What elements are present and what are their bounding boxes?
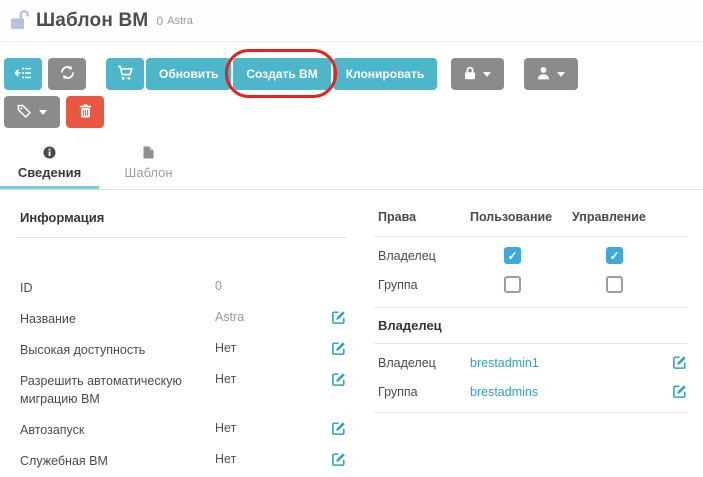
row-value: Нет [215, 372, 328, 386]
tab-info-label: Сведения [18, 165, 81, 180]
row-label: Владелец [378, 249, 470, 263]
row-value: Нет [215, 421, 328, 435]
info-row-name: Название Astra [16, 303, 346, 334]
detail-tabs: Сведения Шаблон [0, 144, 703, 190]
ownership-dropdown[interactable] [524, 58, 578, 90]
row-label: Название [20, 310, 215, 328]
clone-button[interactable]: Клонировать [333, 58, 438, 90]
owner-manage-checkbox[interactable] [606, 247, 623, 264]
edit-icon[interactable] [331, 372, 346, 387]
info-section-title: Информация [16, 198, 346, 238]
user-icon [537, 66, 550, 83]
tag-icon [17, 104, 32, 121]
group-link[interactable]: brestadmins [470, 385, 669, 399]
edit-icon[interactable] [672, 384, 687, 399]
toolbar-row-2 [4, 96, 699, 128]
row-value: 0 [215, 279, 328, 293]
create-vm-button[interactable]: Создать ВМ [233, 58, 330, 90]
vm-template-details-page: Шаблон ВМ 0 Astra [0, 0, 703, 463]
details-content: Информация ID 0 Название Astra [0, 190, 703, 477]
info-row-ha: Высокая доступность Нет [16, 334, 346, 365]
permissions-panel: Права Пользование Управление Владелец Гр… [374, 198, 687, 477]
cart-icon [117, 65, 134, 84]
tab-template-label: Шаблон [124, 165, 172, 180]
info-row-migration: Разрешить автоматическую миграцию ВМ Нет [16, 365, 346, 414]
row-label: Служебная ВМ [20, 452, 215, 470]
file-icon [143, 146, 154, 162]
chevron-down-icon [39, 110, 47, 115]
col-use-header: Пользование [470, 210, 572, 224]
row-value: Нет [215, 341, 328, 355]
edit-icon[interactable] [331, 341, 346, 356]
permissions-title: Права [378, 210, 470, 224]
edit-icon[interactable] [331, 310, 346, 325]
row-label: Высокая доступность [20, 341, 215, 359]
col-manage-header: Управление [572, 210, 674, 224]
group-use-checkbox[interactable] [504, 276, 521, 293]
row-label: Автозапуск [20, 421, 215, 439]
row-value: Astra [215, 310, 328, 324]
delete-button[interactable] [66, 96, 104, 128]
instantiate-cart-button[interactable] [106, 58, 144, 90]
perm-row-owner: Владелец [374, 241, 687, 270]
refresh-button[interactable] [48, 58, 86, 90]
edit-icon[interactable] [672, 355, 687, 370]
owner-row: Владелец brestadmin1 [374, 348, 687, 377]
row-label: Разрешить автоматическую миграцию ВМ [20, 372, 215, 408]
back-to-list-button[interactable] [4, 58, 42, 90]
permissions-header: Права Пользование Управление [374, 198, 687, 237]
info-panel: Информация ID 0 Название Astra [16, 198, 346, 477]
owner-link[interactable]: brestadmin1 [470, 356, 669, 370]
row-label: Владелец [378, 356, 470, 370]
info-row-id: ID 0 [16, 272, 346, 303]
row-label: Группа [378, 385, 470, 399]
trash-icon [79, 104, 92, 121]
tab-template[interactable]: Шаблон [99, 144, 198, 189]
row-label: Группа [378, 278, 470, 292]
info-row-service-vm: Служебная ВМ Нет [16, 446, 346, 477]
edit-icon[interactable] [331, 421, 346, 436]
group-row: Группа brestadmins [374, 377, 687, 406]
edit-icon[interactable] [331, 452, 346, 467]
page-header: Шаблон ВМ 0 Astra [0, 0, 703, 42]
toolbar-row-1: Обновить Создать ВМ Клонировать [4, 58, 699, 90]
group-manage-checkbox[interactable] [606, 276, 623, 293]
update-button[interactable]: Обновить [146, 58, 231, 90]
lock-icon [464, 66, 476, 83]
row-value: Нет [215, 452, 328, 466]
perm-row-group: Группа [374, 270, 687, 299]
info-row-autostart: Автозапуск Нет [16, 415, 346, 446]
owner-use-checkbox[interactable] [504, 247, 521, 264]
back-to-list-icon [14, 66, 32, 83]
info-icon [43, 146, 56, 162]
vm-name: Astra [167, 15, 193, 27]
tab-info[interactable]: Сведения [0, 144, 99, 189]
refresh-icon [60, 65, 75, 83]
chevron-down-icon [557, 72, 565, 77]
page-title: Шаблон ВМ [36, 10, 148, 32]
permissions-table: Владелец Группа [374, 237, 687, 308]
toolbar: Обновить Создать ВМ Клонировать [0, 42, 703, 128]
ownership-section-title: Владелец [374, 308, 687, 344]
vm-id: 0 [156, 14, 163, 28]
ownership-table: Владелец brestadmin1 Группа brestadmins [374, 344, 687, 413]
labels-dropdown[interactable] [4, 96, 60, 128]
lock-dropdown[interactable] [451, 58, 504, 90]
info-table: ID 0 Название Astra Высокая доступность [16, 272, 346, 477]
unlocked-icon [10, 9, 29, 32]
row-label: ID [20, 279, 215, 297]
chevron-down-icon [483, 72, 491, 77]
